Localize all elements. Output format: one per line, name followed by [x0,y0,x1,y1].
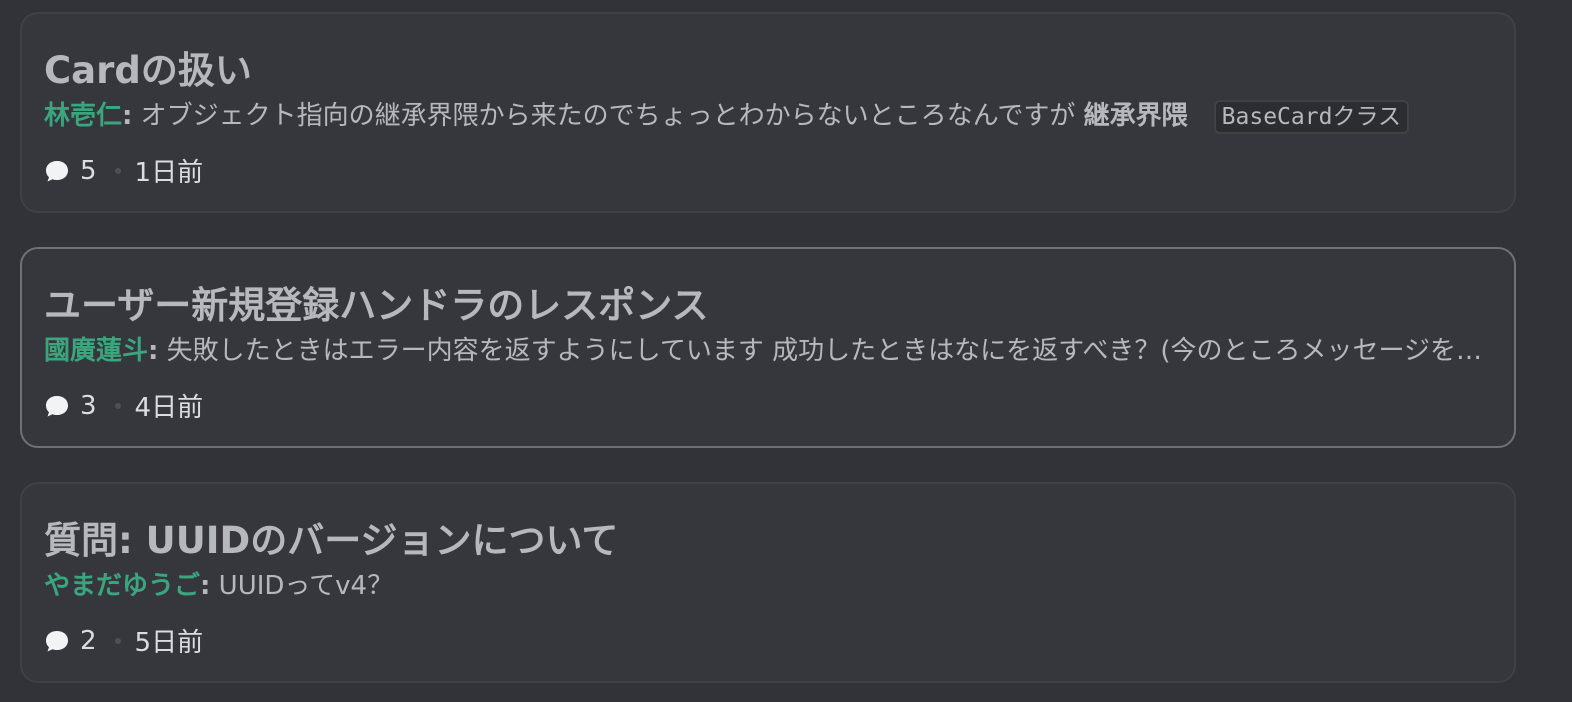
author-separator: : [122,101,133,131]
thread-list: Cardの扱い 林壱仁: オブジェクト指向の継承界隈から来たのでちょっとわからな… [0,0,1572,702]
thread-card[interactable]: Cardの扱い 林壱仁: オブジェクト指向の継承界隈から来たのでちょっとわからな… [20,12,1516,213]
speech-bubble-icon [44,394,70,418]
thread-author: やまだゆうご [44,571,201,601]
thread-title: Cardの扱い [44,49,252,92]
thread-time: 5日前 [134,628,204,658]
thread-preview: 林壱仁: オブジェクト指向の継承界隈から来たのでちょっとわからないところなんです… [44,98,1484,134]
meta-dot-separator [114,637,121,644]
thread-card[interactable]: 質問: UUIDのバージョンについて やまだゆうご: UUIDってv4？ 2 5… [20,482,1516,683]
thread-meta: 2 5日前 [44,622,203,659]
reply-count: 5 [80,155,97,186]
thread-meta: 3 4日前 [44,387,203,424]
reply-count: 3 [80,390,97,421]
speech-bubble-icon [44,159,70,183]
thread-title: ユーザー新規登録ハンドラのレスポンス [44,284,709,327]
reply-count: 2 [80,625,97,656]
preview-bold-text: 継承界隈 [1083,101,1188,131]
speech-bubble-icon [44,629,70,653]
thread-title: 質問: UUIDのバージョンについて [44,519,619,562]
preview-text: 失敗したときはエラー内容を返すようにしています 成功したときはなにを返すべき？(… [158,336,1484,366]
thread-time: 1日前 [134,158,204,188]
author-separator: : [200,571,211,601]
thread-author: 國廣蓮斗 [44,336,149,366]
thread-meta: 5 1日前 [44,152,203,189]
author-separator: : [148,336,159,366]
thread-author: 林壱仁 [44,101,123,131]
thread-card[interactable]: ユーザー新規登録ハンドラのレスポンス 國廣蓮斗: 失敗したときはエラー内容を返す… [20,247,1516,448]
preview-text: UUIDってv4？ [210,571,394,601]
thread-preview: 國廣蓮斗: 失敗したときはエラー内容を返すようにしています 成功したときはなにを… [44,333,1484,369]
thread-time: 4日前 [134,393,204,423]
preview-text: オブジェクト指向の継承界隈から来たのでちょっとわからないところなんですが [132,101,1084,131]
meta-dot-separator [114,402,121,409]
thread-preview: やまだゆうご: UUIDってv4？ [44,568,1484,604]
preview-inline-code: BaseCardクラス [1213,99,1409,134]
meta-dot-separator [114,167,121,174]
